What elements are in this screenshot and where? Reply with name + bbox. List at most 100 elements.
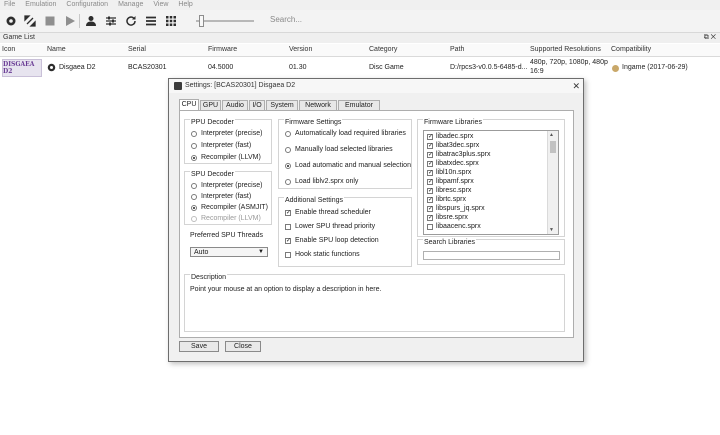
tab-gpu[interactable]: GPU — [200, 100, 221, 110]
fullscreen-icon[interactable] — [23, 14, 37, 28]
tab-network[interactable]: Network — [299, 100, 337, 110]
firmware-option-manual[interactable]: Manually load selected libraries — [285, 146, 393, 153]
radio-button-selected[interactable] — [191, 154, 197, 161]
radio-button[interactable] — [285, 130, 291, 137]
tab-system[interactable]: System — [266, 100, 298, 110]
column-name[interactable]: Name — [47, 44, 66, 56]
checkbox-checked[interactable]: ✓ — [427, 142, 433, 149]
user-icon[interactable] — [84, 14, 98, 28]
menu-file[interactable]: File — [4, 0, 15, 10]
option-lower-spu-priority[interactable]: Lower SPU thread priority — [285, 223, 375, 230]
close-button[interactable]: Close — [225, 341, 261, 352]
spu-option-recompiler-asmjit[interactable]: Recompiler (ASMJIT) — [191, 204, 268, 211]
checkbox-checked[interactable]: ✓ — [427, 178, 433, 185]
checkbox[interactable] — [285, 223, 291, 230]
column-compatibility[interactable]: Compatibility — [611, 44, 651, 56]
checkbox-checked[interactable]: ✓ — [427, 160, 433, 167]
radio-button[interactable] — [285, 146, 291, 153]
radio-button[interactable] — [191, 193, 197, 200]
checkbox-checked[interactable]: ✓ — [427, 151, 433, 158]
ppu-option-recompiler-llvm[interactable]: Recompiler (LLVM) — [191, 154, 261, 161]
option-enable-thread-scheduler[interactable]: ✓ Enable thread scheduler — [285, 209, 371, 216]
column-icon[interactable]: Icon — [2, 44, 15, 56]
spu-threads-select[interactable]: Auto ▼ — [190, 247, 268, 257]
scrollbar-thumb[interactable] — [550, 141, 556, 153]
library-item[interactable]: libaacenc.sprx — [427, 223, 481, 230]
game-row[interactable]: DISGAEA D2 Disgaea D2 BCAS20301 04.5000 … — [0, 57, 720, 79]
dialog-titlebar[interactable]: Settings: [BCAS20301] Disgaea D2 ✕ — [169, 79, 583, 93]
firmware-option-liblv2[interactable]: Load liblv2.sprx only — [285, 178, 358, 185]
search-libraries-title: Search Libraries — [423, 239, 476, 246]
game-icon-thumbnail: DISGAEA D2 — [2, 59, 42, 77]
libraries-scrollbar[interactable]: ▲ ▼ — [547, 131, 558, 234]
refresh-icon[interactable] — [124, 14, 138, 28]
grid-view-icon[interactable] — [164, 14, 178, 28]
scroll-up-icon[interactable]: ▲ — [549, 132, 554, 138]
option-label: Recompiler (LLVM) — [201, 154, 261, 161]
library-item[interactable]: ✓ libresc.sprx — [427, 187, 471, 194]
firmware-option-both[interactable]: Load automatic and manual selection — [285, 162, 411, 169]
tab-cpu[interactable]: CPU — [179, 99, 199, 110]
radio-button-selected[interactable] — [191, 204, 197, 211]
checkbox-checked[interactable]: ✓ — [427, 187, 433, 194]
column-path[interactable]: Path — [450, 44, 464, 56]
option-hook-static-functions[interactable]: Hook static functions — [285, 251, 360, 258]
save-button[interactable]: Save — [179, 341, 219, 352]
radio-button[interactable] — [191, 130, 197, 137]
tab-io[interactable]: I/O — [249, 100, 265, 110]
column-version[interactable]: Version — [289, 44, 312, 56]
close-icon[interactable]: ✕ — [572, 79, 580, 93]
search-input[interactable]: Search... — [266, 12, 390, 28]
spu-option-interpreter-fast[interactable]: Interpreter (fast) — [191, 193, 251, 200]
library-item[interactable]: ✓ libsre.sprx — [427, 214, 468, 221]
radio-button[interactable] — [285, 178, 291, 185]
checkbox[interactable] — [427, 223, 433, 230]
checkbox-checked[interactable]: ✓ — [427, 196, 433, 203]
radio-button[interactable] — [191, 142, 197, 149]
menu-view[interactable]: View — [153, 0, 168, 10]
list-view-icon[interactable] — [144, 14, 158, 28]
library-item[interactable]: ✓ libatrac3plus.sprx — [427, 151, 490, 158]
library-item[interactable]: ✓ librtc.sprx — [427, 196, 466, 203]
firmware-libraries-list[interactable]: ✓ libadec.sprx ✓ libat3dec.sprx ✓ libatrac3… — [423, 130, 559, 235]
column-firmware[interactable]: Firmware — [208, 44, 237, 56]
tab-audio[interactable]: Audio — [222, 100, 248, 110]
controls-icon[interactable] — [104, 14, 118, 28]
checkbox-checked[interactable]: ✓ — [427, 214, 433, 221]
library-item[interactable]: ✓ libpamf.sprx — [427, 178, 474, 185]
menu-manage[interactable]: Manage — [118, 0, 143, 10]
checkbox-checked[interactable]: ✓ — [427, 169, 433, 176]
menu-help[interactable]: Help — [178, 0, 192, 10]
checkbox-checked[interactable]: ✓ — [427, 133, 433, 140]
icon-size-slider[interactable] — [196, 14, 254, 28]
radio-button[interactable] — [191, 182, 197, 189]
checkbox-checked[interactable]: ✓ — [285, 209, 291, 216]
checkbox-checked[interactable]: ✓ — [285, 237, 291, 244]
radio-button-selected[interactable] — [285, 162, 291, 169]
library-item[interactable]: ✓ libatxdec.sprx — [427, 160, 479, 167]
dock-controls[interactable]: ⧉ ✕ — [704, 33, 716, 43]
play-icon[interactable] — [63, 14, 77, 28]
library-item[interactable]: ✓ libadec.sprx — [427, 133, 473, 140]
checkbox-checked[interactable]: ✓ — [427, 205, 433, 212]
checkbox[interactable] — [285, 251, 291, 258]
spu-option-interpreter-precise[interactable]: Interpreter (precise) — [191, 182, 262, 189]
library-item[interactable]: ✓ libl10n.sprx — [427, 169, 471, 176]
stop-icon[interactable] — [43, 14, 57, 28]
library-item[interactable]: ✓ libspurs_jq.sprx — [427, 205, 485, 212]
column-category[interactable]: Category — [369, 44, 397, 56]
menu-emulation[interactable]: Emulation — [25, 0, 56, 10]
menu-configuration[interactable]: Configuration — [66, 0, 108, 10]
firmware-option-auto[interactable]: Automatically load required libraries — [285, 130, 406, 137]
option-spu-loop-detection[interactable]: ✓ Enable SPU loop detection — [285, 237, 379, 244]
tab-emulator[interactable]: Emulator — [338, 100, 380, 110]
ppu-option-interpreter-precise[interactable]: Interpreter (precise) — [191, 130, 262, 137]
scroll-down-icon[interactable]: ▼ — [549, 227, 554, 233]
search-libraries-input[interactable] — [423, 251, 560, 260]
ppu-option-interpreter-fast[interactable]: Interpreter (fast) — [191, 142, 251, 149]
column-serial[interactable]: Serial — [128, 44, 146, 56]
slider-handle[interactable] — [199, 15, 204, 27]
library-item[interactable]: ✓ libat3dec.sprx — [427, 142, 479, 149]
column-resolutions[interactable]: Supported Resolutions — [530, 44, 601, 56]
settings-icon[interactable] — [4, 14, 18, 28]
